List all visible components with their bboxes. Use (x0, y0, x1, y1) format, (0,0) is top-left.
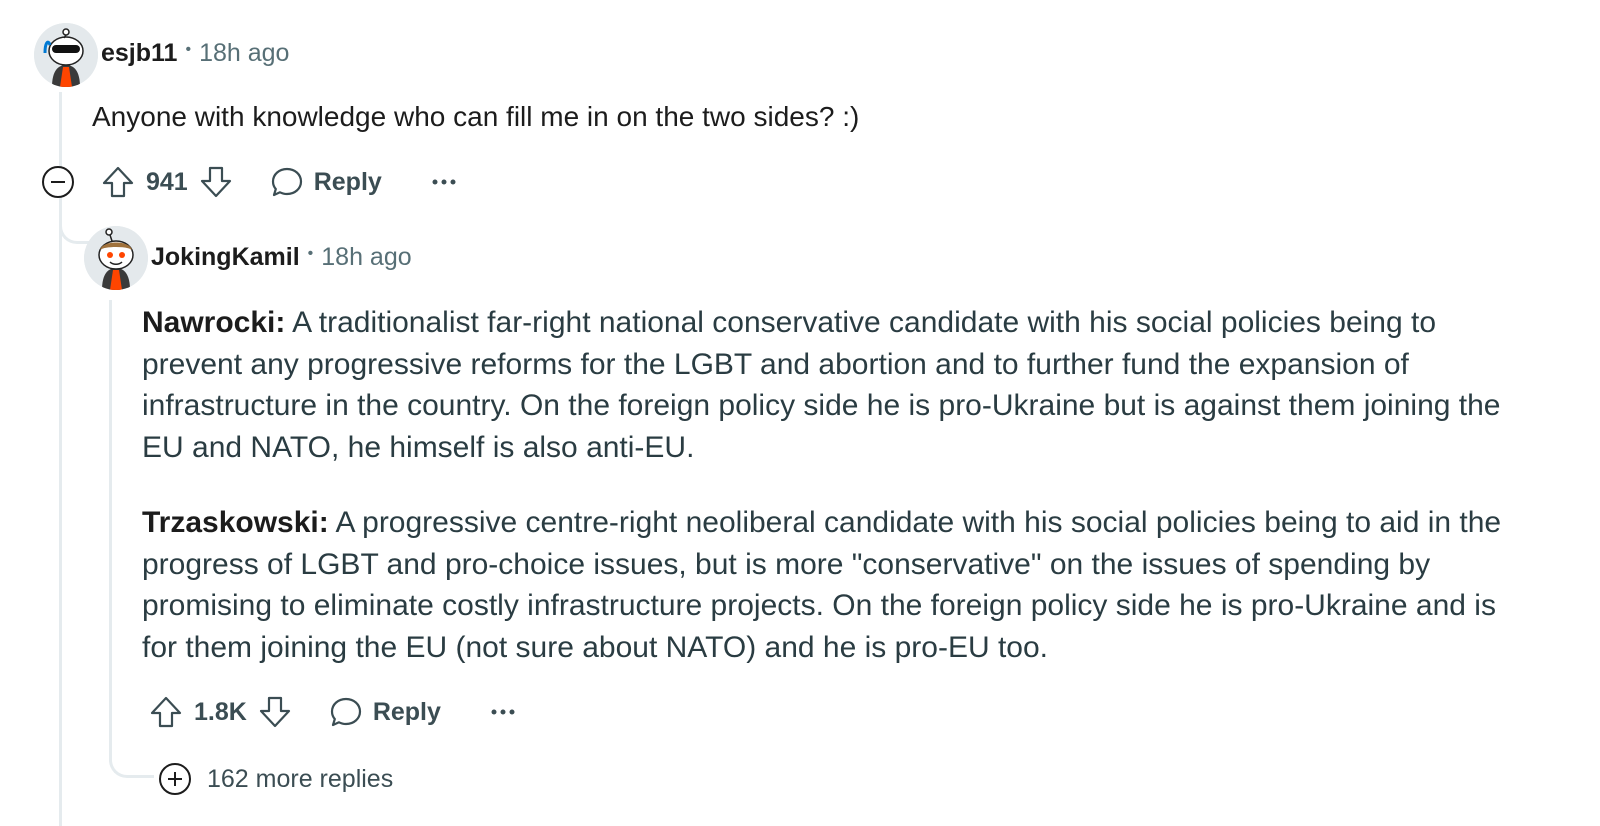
comment-author[interactable]: esjb11 (101, 39, 177, 68)
more-replies-label: 162 more replies (207, 764, 394, 793)
thread-line-reply (109, 300, 112, 740)
comment-score: 941 (146, 167, 188, 196)
thread-line-root-continued (59, 206, 62, 826)
expand-plus-icon (159, 763, 191, 795)
reply-button[interactable]: Reply (329, 695, 441, 729)
ellipsis-icon (432, 179, 456, 185)
avatar-snoo-sunglasses-icon (34, 23, 98, 87)
speech-bubble-icon (330, 697, 361, 727)
meta-separator: • (185, 41, 192, 58)
reply-author[interactable]: JokingKamil (151, 243, 300, 272)
paragraph-text: A traditionalist far-right national cons… (142, 306, 1501, 464)
speech-bubble-icon (271, 167, 302, 197)
paragraph-heading: Trzaskowski: (142, 506, 329, 539)
reply-action-bar: 1.8K Reply (148, 690, 515, 734)
reply-paragraph: Trzaskowski: A progressive centre-right … (142, 502, 1532, 668)
upvote-button[interactable] (100, 164, 136, 200)
more-options-button[interactable] (491, 707, 515, 717)
more-replies-link[interactable]: 162 more replies (158, 762, 393, 796)
reply-label: Reply (313, 167, 382, 196)
reply-timestamp[interactable]: 18h ago (321, 243, 411, 272)
reply-paragraph: Nawrocki: A traditionalist far-right nat… (142, 302, 1532, 468)
avatar-esjb11[interactable] (34, 23, 98, 87)
ellipsis-icon (491, 709, 515, 715)
reply-meta: JokingKamil • 18h ago (151, 240, 412, 274)
avatar-jokingkamil[interactable] (84, 226, 148, 290)
collapse-minus-icon (42, 166, 74, 198)
comment-body: Anyone with knowledge who can fill me in… (92, 101, 860, 132)
reply-button[interactable]: Reply (270, 165, 382, 199)
paragraph-text: A progressive centre-right neoliberal ca… (142, 506, 1502, 664)
downvote-button[interactable] (257, 694, 293, 730)
upvote-arrow-icon (150, 696, 182, 728)
comment-timestamp[interactable]: 18h ago (199, 39, 289, 68)
reply-label: Reply (372, 697, 441, 726)
reply-score: 1.8K (194, 697, 247, 726)
paragraph-heading: Nawrocki: (142, 306, 286, 339)
downvote-arrow-icon (200, 166, 231, 198)
downvote-button[interactable] (198, 164, 234, 200)
collapse-thread-button[interactable] (40, 164, 76, 200)
comment-action-bar: 941 Reply (40, 160, 456, 204)
reply-body: Nawrocki: A traditionalist far-right nat… (142, 302, 1532, 668)
downvote-arrow-icon (259, 696, 290, 728)
upvote-arrow-icon (102, 166, 134, 198)
more-options-button[interactable] (432, 177, 456, 187)
upvote-button[interactable] (148, 694, 184, 730)
thread-curve-to-reply (59, 206, 89, 244)
thread-curve-to-more-replies (109, 740, 154, 778)
avatar-snoo-icon (84, 226, 148, 290)
comment-meta: esjb11 • 18h ago (101, 36, 289, 70)
meta-separator: • (307, 245, 314, 262)
